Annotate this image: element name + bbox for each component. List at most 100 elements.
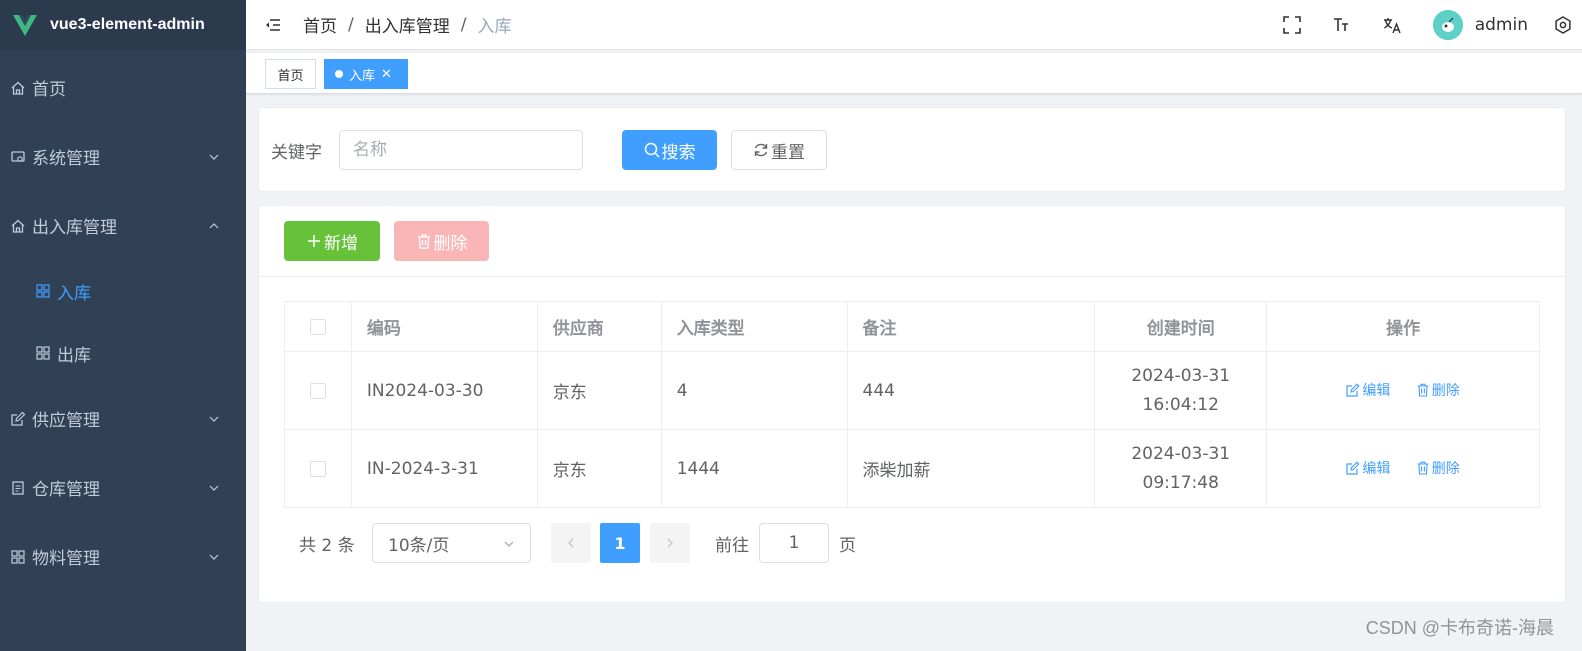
column-header-code[interactable]: 编码	[350, 301, 538, 352]
search-icon	[644, 142, 660, 158]
edit-link[interactable]: 编辑	[1346, 380, 1390, 400]
language-icon[interactable]	[1383, 16, 1401, 34]
keyword-label: 关键字	[271, 143, 322, 163]
cell-time: 09:17:48	[1142, 472, 1219, 493]
vue-logo-icon	[13, 15, 37, 36]
cell-supplier: 京东	[536, 429, 662, 508]
watermark: CSDN @卡布奇诺-海晨	[1365, 618, 1554, 638]
chevron-down-icon	[209, 416, 219, 422]
column-header-supplier[interactable]: 供应商	[536, 301, 662, 352]
page-number[interactable]: 1	[600, 523, 640, 563]
cell-date: 2024-03-31	[1131, 443, 1231, 464]
app-title: vue3-element-admin	[50, 16, 205, 33]
delete-link[interactable]: 删除	[1416, 380, 1460, 400]
sidebar-item-supply[interactable]: 供应管理	[0, 384, 246, 453]
breadcrumb-inout[interactable]: 出入库管理	[365, 12, 450, 37]
refresh-icon	[754, 143, 768, 157]
page-size-value: 10条/页	[388, 535, 450, 556]
select-all-checkbox[interactable]	[309, 318, 326, 335]
sidebar-item-inout[interactable]: 出入库管理	[0, 191, 246, 260]
delete-link[interactable]: 删除	[1416, 458, 1460, 478]
top-navbar: 首页 / 出入库管理 / 入库 admin	[246, 0, 1582, 50]
breadcrumb-separator: /	[460, 14, 467, 35]
home-icon	[11, 219, 25, 233]
cell-time: 16:04:12	[1142, 394, 1219, 415]
add-button-label: 新增	[324, 233, 358, 254]
sidebar-logo[interactable]: vue3-element-admin	[0, 0, 246, 50]
sidebar-item-label: 供应管理	[32, 411, 100, 431]
chevron-down-icon	[209, 554, 219, 560]
navbar-actions: admin	[1282, 0, 1582, 50]
prev-page-button[interactable]	[551, 523, 591, 563]
goto-page-input[interactable]	[759, 523, 829, 563]
edit-label: 编辑	[1362, 382, 1391, 399]
breadcrumb-separator: /	[348, 14, 354, 35]
chevron-down-icon	[209, 485, 219, 491]
cell-code: IN2024-03-30	[350, 351, 538, 430]
username[interactable]: admin	[1475, 15, 1528, 35]
search-button[interactable]: 搜索	[622, 130, 717, 170]
row-checkbox[interactable]	[309, 460, 326, 477]
select-all-cell	[284, 301, 352, 352]
table-header-row: 编码 供应商 入库类型 备注 创建时间 操作	[284, 301, 1540, 352]
sidebar-item-outbound[interactable]: 出库	[0, 322, 246, 384]
sidebar-item-home[interactable]: 首页	[0, 53, 246, 122]
batch-delete-button[interactable]: 删除	[394, 221, 489, 261]
goto-label: 前往	[715, 536, 749, 556]
row-checkbox[interactable]	[309, 382, 326, 399]
tag-home[interactable]: 首页	[265, 59, 316, 89]
plus-icon	[308, 235, 320, 247]
cell-date: 2024-03-31	[1131, 365, 1231, 386]
settings-icon[interactable]	[1554, 16, 1572, 34]
sidebar-item-warehouse[interactable]: 仓库管理	[0, 453, 246, 522]
column-header-created[interactable]: 创建时间	[1094, 301, 1268, 352]
reset-button[interactable]: 重置	[731, 130, 827, 170]
collapse-menu-icon[interactable]	[265, 17, 281, 33]
delete-label: 删除	[1431, 460, 1460, 477]
reset-button-label: 重置	[771, 142, 805, 163]
column-header-type[interactable]: 入库类型	[660, 301, 848, 352]
column-header-actions: 操作	[1266, 301, 1540, 352]
add-button[interactable]: 新增	[284, 221, 380, 261]
tag-label: 首页	[277, 68, 304, 84]
grid-icon	[36, 284, 50, 298]
page-size-select[interactable]: 10条/页	[372, 523, 531, 563]
cell-actions: 编辑 删除	[1266, 351, 1540, 430]
edit-icon	[11, 411, 26, 426]
edit-icon	[1346, 460, 1360, 475]
tag-inbound[interactable]: 入库 ✕	[324, 59, 408, 89]
grid-icon	[36, 346, 50, 360]
cell-type: 4	[660, 351, 848, 430]
chevron-right-icon	[667, 538, 673, 548]
trash-icon	[417, 234, 430, 249]
search-input[interactable]	[339, 130, 583, 170]
next-page-button[interactable]	[650, 523, 690, 563]
sidebar-item-material[interactable]: 物料管理	[0, 522, 246, 591]
sidebar-item-inbound[interactable]: 入库	[0, 260, 246, 322]
sidebar-item-system[interactable]: 系统管理	[0, 122, 246, 191]
divider	[259, 276, 1565, 277]
edit-link[interactable]: 编辑	[1346, 458, 1390, 478]
table-row: IN2024-03-30 京东 4 444 2024-03-31 16:04:1…	[284, 351, 1540, 430]
grid-icon	[11, 549, 25, 564]
font-size-icon[interactable]	[1333, 16, 1351, 34]
system-icon	[11, 150, 25, 162]
sidebar-item-label: 物料管理	[32, 549, 100, 569]
column-header-remark[interactable]: 备注	[846, 301, 1096, 352]
row-select-cell	[284, 351, 352, 430]
sidebar-item-label: 出库	[57, 345, 91, 366]
tags-view: 首页 入库 ✕	[246, 53, 1582, 94]
breadcrumb-current: 入库	[477, 17, 512, 37]
search-panel: 关键字 搜索 重置	[258, 107, 1566, 192]
fullscreen-icon[interactable]	[1282, 16, 1301, 34]
breadcrumb-home[interactable]: 首页	[303, 12, 337, 37]
chevron-down-icon	[209, 154, 219, 160]
cell-type: 1444	[660, 429, 848, 508]
home-icon	[11, 81, 25, 95]
avatar[interactable]	[1432, 10, 1463, 40]
cell-code: IN-2024-3-31	[350, 429, 538, 508]
cell-actions: 编辑 删除	[1266, 429, 1540, 508]
close-icon[interactable]: ✕	[381, 67, 392, 82]
trash-icon	[1417, 383, 1429, 397]
sidebar-item-label: 首页	[32, 80, 66, 100]
